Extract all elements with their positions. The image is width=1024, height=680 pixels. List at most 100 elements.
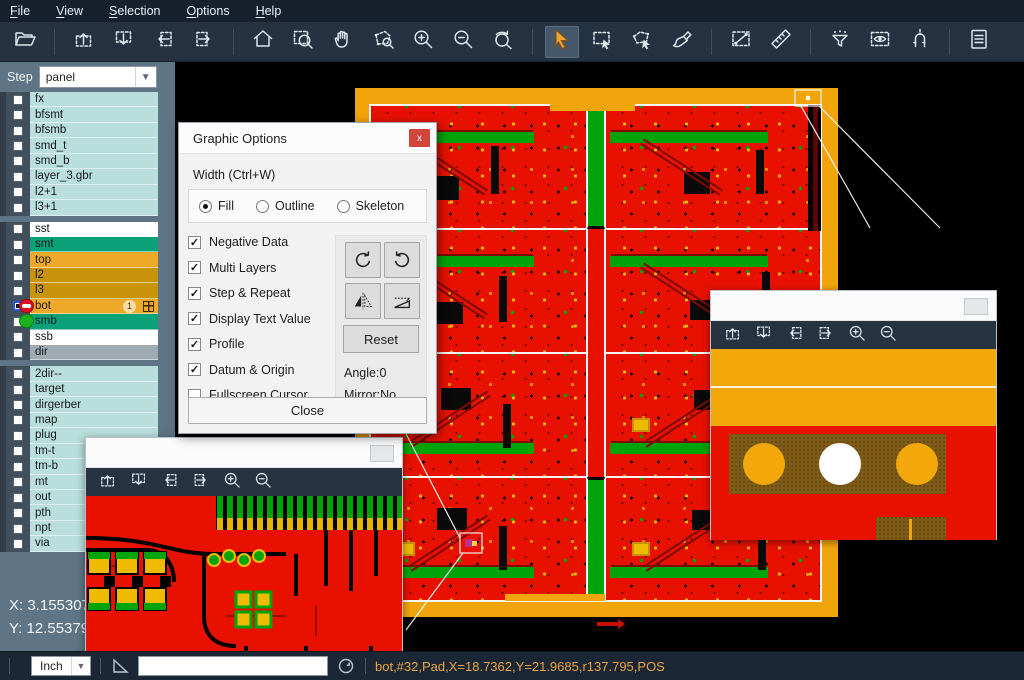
layer-checkbox[interactable] [13,156,23,166]
layer-row-smb[interactable]: smb [0,314,175,329]
layer-checkbox[interactable] [13,126,23,136]
filter-button[interactable] [823,26,857,58]
checkbox-negative-data[interactable]: ✓Negative Data [188,235,335,249]
layer-checkbox[interactable] [13,224,23,234]
layer-row-sst[interactable]: sst [0,222,175,237]
command-input[interactable] [138,656,328,676]
layer-row-2dir--[interactable]: 2dir-- [0,366,175,381]
pan-up-icon[interactable] [98,470,118,495]
zoom-out-button[interactable] [446,26,480,58]
zoom-in-button[interactable] [406,26,440,58]
layer-row-bot[interactable]: bot1 [0,299,175,314]
zoom-in-icon[interactable] [222,470,242,495]
pan-left-icon[interactable] [785,323,805,348]
zoom-object-button[interactable] [366,26,400,58]
layer-checkbox[interactable] [13,539,23,549]
rotate-cw-button[interactable] [345,242,381,278]
layer-row-target[interactable]: target [0,382,175,397]
window-button-icon[interactable] [964,298,988,315]
layer-row-l3+1[interactable]: l3+1 [0,200,175,215]
layer-row-dir[interactable]: dir [0,345,175,360]
checkbox-multi-layers[interactable]: ✓Multi Layers [188,261,335,275]
pan-down-button[interactable] [107,26,141,58]
menu-view[interactable]: View [56,4,83,18]
brush-tool-button[interactable] [665,26,699,58]
layer-checkbox[interactable] [13,203,23,213]
pan-down-icon[interactable] [129,470,149,495]
reset-button[interactable]: Reset [343,325,419,353]
layer-row-smt[interactable]: smt [0,237,175,252]
layer-checkbox[interactable] [13,524,23,534]
select-tool-button[interactable] [545,26,579,58]
layer-checkbox[interactable] [13,369,23,379]
menu-file[interactable]: File [10,4,30,18]
pan-right-icon[interactable] [816,323,836,348]
layer-checkbox[interactable] [13,110,23,120]
layer-row-top[interactable]: top [0,252,175,267]
close-button[interactable]: Close [188,397,427,424]
window-button-icon[interactable] [370,445,394,462]
layer-checkbox[interactable] [13,385,23,395]
layer-row-l2[interactable]: l2 [0,268,175,283]
refresh-icon[interactable] [336,656,356,676]
pan-left-button[interactable] [147,26,181,58]
layer-checkbox[interactable] [13,508,23,518]
layer-row-ssb[interactable]: ssb [0,330,175,345]
dialog-titlebar[interactable]: Graphic Options x [179,123,436,154]
zoom-inset-right-titlebar[interactable] [711,291,996,321]
ruler-button[interactable] [764,26,798,58]
layer-checkbox[interactable] [13,400,23,410]
layer-checkbox[interactable] [13,172,23,182]
zoom-out-icon[interactable] [878,323,898,348]
mirror-vertical-button[interactable] [384,283,420,319]
pan-up-icon[interactable] [723,323,743,348]
layer-row-map[interactable]: map [0,413,175,428]
layer-checkbox[interactable] [13,446,23,456]
radio-outline[interactable]: Outline [256,199,315,213]
layer-checkbox[interactable] [13,141,23,151]
layer-checkbox[interactable] [13,462,23,472]
layer-checkbox[interactable] [13,187,23,197]
layer-checkbox[interactable] [13,255,23,265]
checkbox-datum-origin[interactable]: ✓Datum & Origin [188,363,335,377]
layer-row-l2+1[interactable]: l2+1 [0,185,175,200]
pan-down-icon[interactable] [754,323,774,348]
rotate-ccw-button[interactable] [384,242,420,278]
chevron-down-icon[interactable]: ▼ [135,67,156,87]
layer-checkbox[interactable] [13,348,23,358]
menu-options[interactable]: Options [186,4,229,18]
measure-button[interactable] [724,26,758,58]
mirror-horizontal-button[interactable] [345,283,381,319]
checkbox-display-text-value[interactable]: ✓Display Text Value [188,312,335,326]
rect-select-button[interactable] [585,26,619,58]
layer-row-fx[interactable]: fx [0,92,175,107]
layer-row-layer_3.gbr[interactable]: layer_3.gbr [0,169,175,184]
zoom-previous-button[interactable] [486,26,520,58]
radio-fill[interactable]: Fill [199,199,234,213]
zoom-in-icon[interactable] [847,323,867,348]
layer-row-smd_t[interactable]: smd_t [0,138,175,153]
zoom-out-icon[interactable] [253,470,273,495]
layer-row-l3[interactable]: l3 [0,283,175,298]
layer-checkbox[interactable] [13,477,23,487]
layer-checkbox[interactable] [13,95,23,105]
layer-checkbox[interactable] [13,286,23,296]
layer-row-dirgerber[interactable]: dirgerber [0,397,175,412]
close-icon[interactable]: x [409,129,430,147]
layer-checkbox[interactable] [13,431,23,441]
layer-row-smd_b[interactable]: smd_b [0,154,175,169]
zoom-inset-left-titlebar[interactable] [86,438,402,468]
zoom-window-button[interactable] [286,26,320,58]
report-button[interactable] [962,26,996,58]
menu-selection[interactable]: Selection [109,4,160,18]
view-options-button[interactable] [863,26,897,58]
layer-row-bfsmt[interactable]: bfsmt [0,107,175,122]
snap-angle-icon[interactable] [110,656,130,676]
pan-right-icon[interactable] [191,470,211,495]
layer-checkbox[interactable] [13,493,23,503]
unit-select[interactable]: Inch ▼ [31,656,91,676]
step-select[interactable]: panel ▼ [39,66,157,88]
snap-button[interactable] [903,26,937,58]
checkbox-profile[interactable]: ✓Profile [188,337,335,351]
zoom-inset-right-view[interactable] [711,349,996,540]
